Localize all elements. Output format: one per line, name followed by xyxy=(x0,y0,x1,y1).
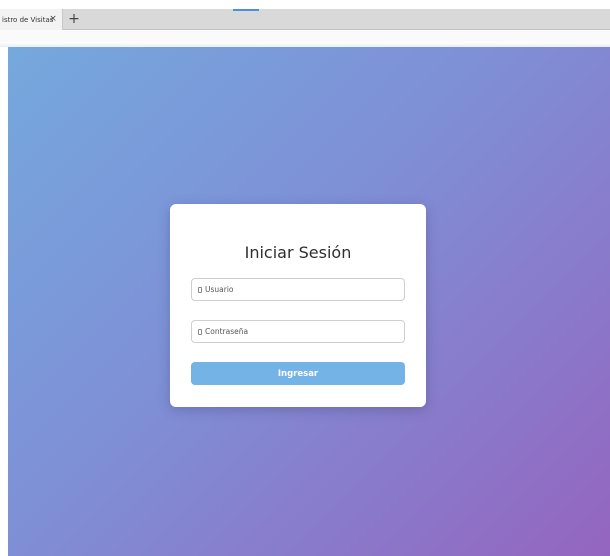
browser-toolbar xyxy=(0,30,610,42)
login-title: Iniciar Sesión xyxy=(244,243,352,262)
lock-icon xyxy=(198,328,202,335)
tab-title: istro de Visitas xyxy=(2,15,54,24)
login-card: Iniciar Sesión Usuario Contraseña Ingres… xyxy=(170,204,426,407)
password-placeholder: Contraseña xyxy=(205,327,249,336)
browser-tab-strip: istro de Visitas × + xyxy=(0,9,610,30)
username-placeholder: Usuario xyxy=(205,285,234,294)
browser-tab[interactable]: istro de Visitas × xyxy=(0,9,63,30)
password-input[interactable]: Contraseña xyxy=(191,320,405,343)
close-tab-icon[interactable]: × xyxy=(47,13,59,25)
login-button[interactable]: Ingresar xyxy=(191,362,405,385)
username-input[interactable]: Usuario xyxy=(191,278,405,301)
page-background: Iniciar Sesión Usuario Contraseña Ingres… xyxy=(8,47,610,556)
new-tab-button[interactable]: + xyxy=(66,10,82,28)
tab-accent-line xyxy=(233,9,259,11)
user-icon xyxy=(198,286,202,293)
